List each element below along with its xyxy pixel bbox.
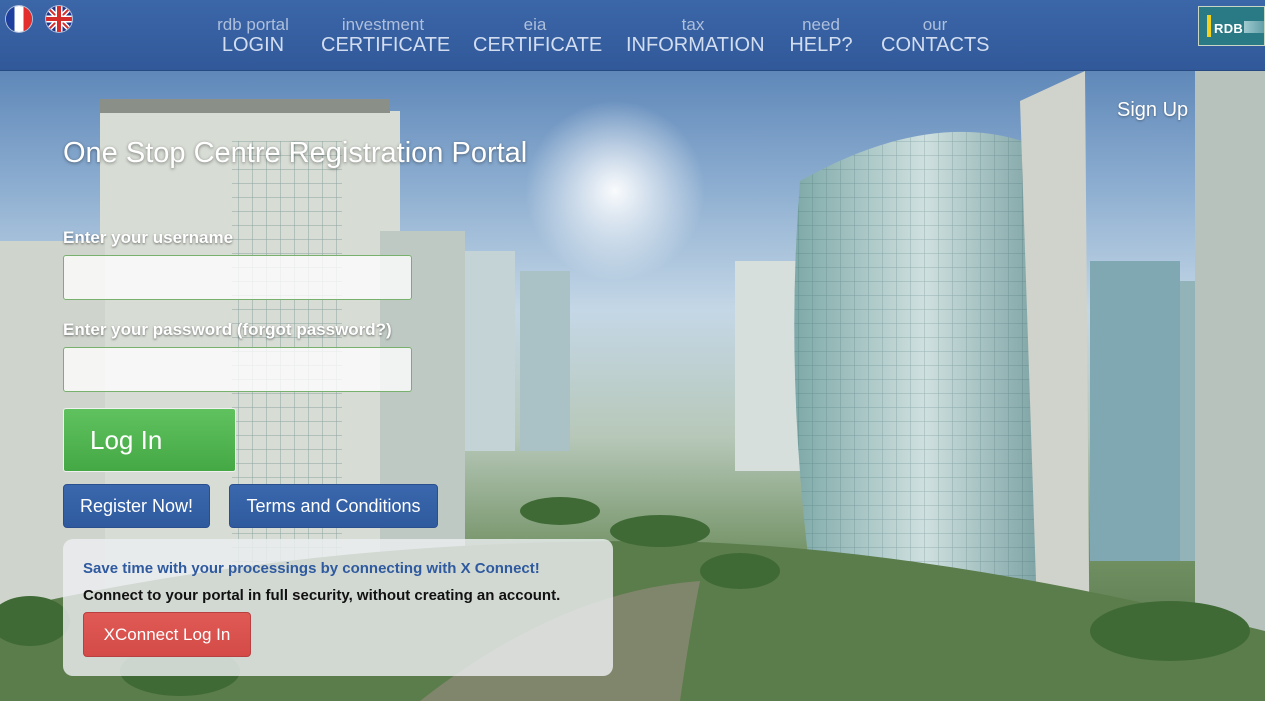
forgot-password-link[interactable]: (forgot password?) — [237, 320, 392, 339]
nav-need-small: need — [802, 15, 840, 34]
nav-investment-certificate[interactable]: investment CERTIFICATE — [321, 15, 451, 56]
username-input[interactable] — [63, 255, 412, 300]
france-flag-icon[interactable] — [6, 6, 32, 32]
uk-flag-icon[interactable] — [46, 6, 72, 32]
nav-investment-small: investment — [341, 15, 425, 34]
nav-tax-big: INFORMATION — [626, 34, 765, 56]
terms-and-conditions-button[interactable]: Terms and Conditions — [229, 484, 438, 528]
nav-our-small: our — [922, 15, 948, 34]
password-input[interactable] — [63, 347, 412, 392]
xconnect-heading: Save time with your processings by conne… — [83, 560, 540, 577]
logo-tail-decoration — [1244, 21, 1264, 33]
nav-rdb-portal-login[interactable]: rdb portal LOGIN — [210, 16, 296, 55]
password-label-row: Enter your password (forgot password?) — [63, 320, 392, 340]
nav-eia-certificate[interactable]: eia CERTIFICATE — [473, 15, 603, 56]
nav-rdb-portal-big: LOGIN — [221, 34, 285, 56]
sign-up-link[interactable]: Sign Up — [1117, 99, 1188, 122]
nav-rdb-portal-small: rdb portal — [217, 15, 289, 34]
nav-our-contacts[interactable]: our CONTACTS — [881, 15, 990, 56]
xconnect-login-button[interactable]: XConnect Log In — [83, 612, 251, 657]
top-navigation-bar: rdb portal LOGIN investment CERTIFICATE … — [0, 0, 1265, 71]
page-title: One Stop Centre Registration Portal — [63, 137, 528, 169]
nav-tax-small: tax — [681, 15, 705, 34]
rdb-logo[interactable]: RDB — [1198, 6, 1265, 46]
log-in-button[interactable]: Log In — [63, 408, 236, 472]
nav-need-big: HELP? — [789, 34, 853, 56]
nav-investment-big: CERTIFICATE — [321, 34, 451, 56]
register-now-button[interactable]: Register Now! — [63, 484, 210, 528]
logo-text: RDB — [1214, 21, 1244, 36]
username-label: Enter your username — [63, 228, 234, 247]
password-label: Enter your password — [63, 320, 233, 339]
nav-need-help[interactable]: need HELP? — [788, 16, 854, 55]
xconnect-description: Connect to your portal in full security,… — [83, 587, 561, 604]
nav-tax-information[interactable]: tax INFORMATION — [626, 15, 765, 56]
nav-eia-big: CERTIFICATE — [473, 34, 603, 56]
nav-eia-small: eia — [523, 15, 547, 34]
nav-our-big: CONTACTS — [881, 34, 990, 56]
logo-bar-icon — [1207, 15, 1211, 37]
xconnect-panel: Save time with your processings by conne… — [63, 539, 613, 676]
